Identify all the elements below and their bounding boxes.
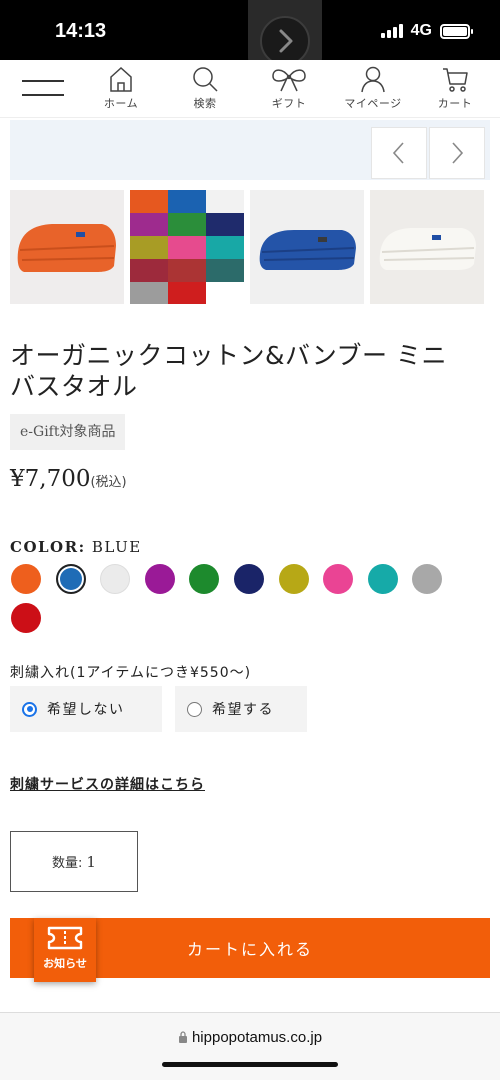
radio-unchecked-icon [187,701,202,717]
color-label: COLOR: BLUE [10,538,142,556]
home-icon [110,66,132,92]
color-swatch[interactable] [11,564,41,594]
notice-label: お知らせ [43,957,87,970]
embroidery-option-no-label: 希望しない [47,702,125,718]
signal-icon [380,24,403,38]
quantity-value: 1 [86,852,96,871]
egift-badge: e-Gift対象商品 [10,414,126,450]
color-swatch[interactable] [367,564,398,594]
user-icon [361,66,385,93]
color-swatch[interactable] [11,603,41,633]
embroidery-details-link[interactable]: 刺繍サービスの詳細はこちら [10,774,205,794]
status-time: 14:13 [55,20,107,42]
nav-gift-label: ギフト [271,97,307,110]
color-label-title: COLOR: [10,538,86,556]
price-tax: (税込) [90,475,127,490]
url-text: hippopotamus.co.jp [0,1029,500,1046]
home-indicator[interactable] [162,1062,338,1067]
embroidery-option-yes-label: 希望する [212,702,274,718]
url-value: hippopotamus.co.jp [191,1029,323,1046]
status-bar: 14:13 4G [0,0,500,72]
thumbnail-orange[interactable] [10,190,124,304]
embroidery-option-no[interactable]: 希望しない [10,686,162,732]
search-icon [193,67,218,92]
network-type: 4G [410,22,432,39]
nav-home[interactable]: ホーム [86,64,156,111]
thumbnail-list [10,190,490,304]
color-swatch[interactable] [100,564,131,594]
quantity-select[interactable]: 数量: 1 [10,831,138,892]
color-selected: BLUE [91,538,142,556]
menu-icon[interactable] [22,80,64,98]
chevron-right-icon [452,142,464,164]
thumbnail-blue[interactable] [250,190,364,304]
product-title-line1: オーガニックコットン&バンブー ミニ [10,341,447,370]
quantity-label: 数量: [52,856,83,871]
thumbnail-white[interactable] [370,190,484,304]
nav-gift[interactable]: ギフト [254,64,324,111]
nav-mypage-label: マイページ [344,97,402,110]
lock-icon [178,1031,187,1043]
nav-search-label: 検索 [193,97,217,110]
color-swatch[interactable] [55,564,86,594]
product-title-line2: バスタオル [10,372,138,401]
chevron-right-icon [260,16,310,66]
browser-address-bar[interactable]: hippopotamus.co.jp [0,1012,500,1080]
status-indicators: 4G [380,22,473,40]
embroidery-option-yes[interactable]: 希望する [175,686,307,732]
ticket-icon [47,926,83,950]
price: ¥7,700(税込) [10,466,127,492]
color-swatch[interactable] [412,564,443,594]
nav-search[interactable]: 検索 [170,64,240,111]
nav-home-label: ホーム [103,97,139,110]
color-swatch[interactable] [189,564,220,594]
color-swatch[interactable] [144,564,175,594]
notice-button[interactable]: お知らせ [34,918,96,982]
slider-prev-button[interactable] [371,127,427,179]
slider-next-button[interactable] [429,127,485,179]
header-nav: ホーム 検索 ギフト マイページ カート [0,60,500,118]
price-value: ¥7,700 [10,466,91,492]
ribbon-bow-icon [272,69,306,92]
color-swatch[interactable] [234,564,264,594]
nav-cart[interactable]: カート [420,64,490,111]
product-title: オーガニックコットン&バンブー ミニ バスタオル [10,340,490,402]
battery-icon [440,23,473,39]
nav-cart-label: カート [437,97,473,110]
nav-mypage[interactable]: マイページ [338,64,408,111]
thumbnail-color-grid[interactable] [130,190,244,304]
radio-checked-icon [22,701,37,717]
chevron-left-icon [392,142,404,164]
color-swatch[interactable] [278,564,309,594]
color-swatch[interactable] [323,564,354,594]
embroidery-label: 刺繍入れ(1アイテムにつき¥550〜) [10,665,252,681]
cart-icon [443,68,468,92]
